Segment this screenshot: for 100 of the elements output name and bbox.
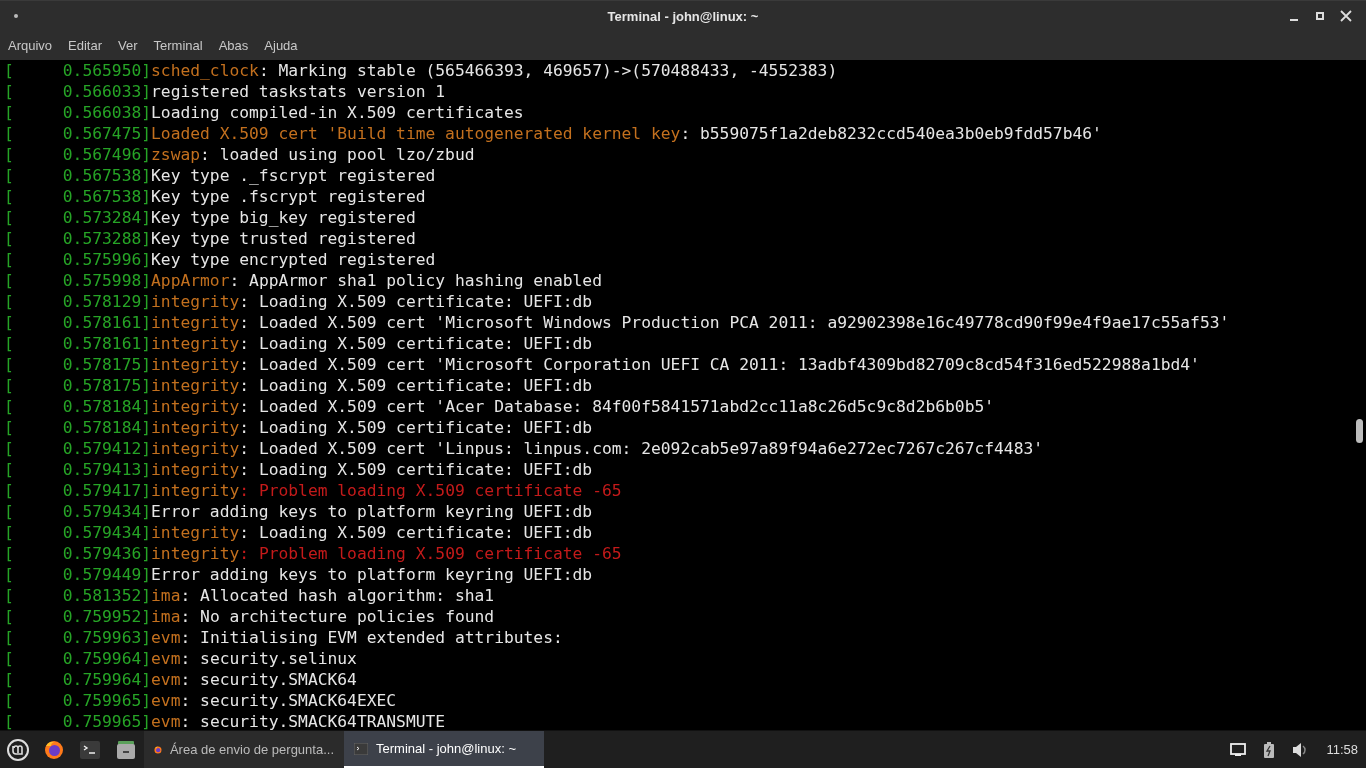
menu-item[interactable]: Abas [218, 38, 249, 53]
timestamp: [ 0.759964] [4, 648, 152, 669]
timestamp: [ 0.759965] [4, 711, 152, 730]
log-message: Error adding keys to platform keyring UEFI:db [151, 501, 593, 522]
log-message: : Loading X.509 certificate: UEFI:db [239, 459, 593, 480]
log-source: integrity [151, 480, 240, 501]
log-source: sched_clock [151, 60, 259, 81]
log-message: : Allocated hash algorithm: sha1 [180, 585, 495, 606]
timestamp: [ 0.578175] [4, 354, 152, 375]
log-message: : security.SMACK64TRANSMUTE [180, 711, 446, 730]
volume-icon[interactable] [1292, 741, 1309, 758]
log-source: evm [151, 627, 181, 648]
menu-item[interactable]: Ver [118, 38, 138, 53]
menu-item[interactable]: Arquivo [8, 38, 53, 53]
log-source: integrity [151, 375, 240, 396]
log-source: integrity [151, 459, 240, 480]
log-source: AppArmor [151, 270, 230, 291]
log-message: Error adding keys to platform keyring UEFI:db [151, 564, 593, 585]
log-message: : Marking stable (565466393, 469657)->(570488433, -4552383) [258, 60, 838, 81]
log-source: evm [151, 648, 181, 669]
menu-item[interactable]: Ajuda [264, 38, 298, 53]
firefox-icon[interactable] [44, 739, 64, 760]
log-message: : Loaded X.509 cert 'Microsoft Windows Production PCA 2011: a92902398e16c49778cd90f99e4f9ae17c55af53' [239, 312, 1230, 333]
timestamp: [ 0.566033] [4, 81, 152, 102]
terminal-icon[interactable] [80, 740, 100, 759]
log-source: Loaded X.509 cert 'Build time autogenerated kernel key [151, 123, 681, 144]
log-message: : loaded using pool lzo/zbud [200, 144, 475, 165]
taskbar-window-button[interactable]: Área de envio de pergunta... [144, 731, 344, 768]
taskbar-window-button[interactable]: Terminal - john@linux: ~ [344, 731, 544, 768]
scrollbar-thumb[interactable] [1356, 419, 1363, 443]
log-source: integrity [151, 522, 240, 543]
timestamp: [ 0.759963] [4, 627, 152, 648]
log-source: integrity [151, 438, 240, 459]
timestamp: [ 0.565950] [4, 60, 152, 81]
menu-item[interactable]: Terminal [153, 38, 203, 53]
clock[interactable]: 11:58 [1326, 742, 1358, 757]
menu-item[interactable]: Editar [68, 38, 103, 53]
timestamp: [ 0.579434] [4, 522, 152, 543]
log-source: integrity [151, 396, 240, 417]
timestamp: [ 0.578161] [4, 312, 152, 333]
log-message: : Loading X.509 certificate: UEFI:db [239, 375, 593, 396]
log-source: integrity [151, 417, 240, 438]
log-source: zswap [151, 144, 201, 165]
timestamp: [ 0.567538] [4, 186, 152, 207]
timestamp: [ 0.579449] [4, 564, 152, 585]
timestamp: [ 0.579434] [4, 501, 152, 522]
log-message: : Loaded X.509 cert 'Acer Database: 84f00f5841571abd2cc11a8c26d5c9c8d2b6b0b5' [239, 396, 995, 417]
timestamp: [ 0.579412] [4, 438, 152, 459]
log-message: : Problem loading X.509 certificate -65 [239, 543, 622, 564]
log-message: : Loading X.509 certificate: UEFI:db [239, 333, 593, 354]
log-message: Key type .fscrypt registered [151, 186, 426, 207]
log-message: registered taskstats version 1 [151, 81, 446, 102]
log-message: : b559075f1a2deb8232ccd540ea3b0eb9fdd57b46' [680, 123, 1102, 144]
display-icon[interactable] [1230, 742, 1247, 757]
timestamp: [ 0.578161] [4, 333, 152, 354]
timestamp: [ 0.575998] [4, 270, 152, 291]
timestamp: [ 0.759952] [4, 606, 152, 627]
maximize-icon[interactable] [1314, 10, 1326, 22]
log-message: : Initialising EVM extended attributes: [180, 627, 563, 648]
timestamp: [ 0.567538] [4, 165, 152, 186]
log-message: : Loaded X.509 cert 'Linpus: linpus.com: 2e092cab5e97a89f94a6e272ec7267c267cf4483' [239, 438, 1044, 459]
timestamp: [ 0.573288] [4, 228, 152, 249]
timestamp: [ 0.759965] [4, 690, 152, 711]
timestamp: [ 0.578129] [4, 291, 152, 312]
battery-icon[interactable] [1264, 741, 1275, 758]
log-message: : security.selinux [180, 648, 357, 669]
window-title: Terminal - john@linux: ~ [607, 8, 759, 24]
log-message: : security.SMACK64 [180, 669, 357, 690]
timestamp: [ 0.578184] [4, 396, 152, 417]
timestamp: [ 0.579417] [4, 480, 152, 501]
mint-logo-icon[interactable] [7, 738, 29, 761]
folder-icon[interactable] [116, 739, 136, 760]
log-source: integrity [151, 354, 240, 375]
log-source: ima [151, 606, 181, 627]
window-menu-icon[interactable] [12, 12, 20, 20]
log-message: : AppArmor sha1 policy hashing enabled [229, 270, 602, 291]
timestamp: [ 0.567496] [4, 144, 152, 165]
log-message: : Loading X.509 certificate: UEFI:db [239, 522, 593, 543]
timestamp: [ 0.578175] [4, 375, 152, 396]
log-source: evm [151, 690, 181, 711]
timestamp: [ 0.566038] [4, 102, 152, 123]
timestamp: [ 0.581352] [4, 585, 152, 606]
log-message: : security.SMACK64EXEC [180, 690, 397, 711]
log-message: : Loading X.509 certificate: UEFI:db [239, 291, 593, 312]
log-source: integrity [151, 312, 240, 333]
log-message: Key type big_key registered [151, 207, 416, 228]
log-source: evm [151, 711, 181, 730]
timestamp: [ 0.567475] [4, 123, 152, 144]
timestamp: [ 0.759964] [4, 669, 152, 690]
log-source: integrity [151, 291, 240, 312]
log-message: Key type encrypted registered [151, 249, 436, 270]
timestamp: [ 0.579436] [4, 543, 152, 564]
log-message: : Problem loading X.509 certificate -65 [239, 480, 622, 501]
timestamp: [ 0.579413] [4, 459, 152, 480]
log-message: Loading compiled-in X.509 certificates [151, 102, 524, 123]
log-message: : Loading X.509 certificate: UEFI:db [239, 417, 593, 438]
log-source: evm [151, 669, 181, 690]
log-message: : Loaded X.509 cert 'Microsoft Corporation UEFI CA 2011: 13adbf4309bd82709c8cd54f316ed522988a1bd4' [239, 354, 1200, 375]
log-source: integrity [151, 543, 240, 564]
close-icon[interactable] [1340, 10, 1352, 22]
